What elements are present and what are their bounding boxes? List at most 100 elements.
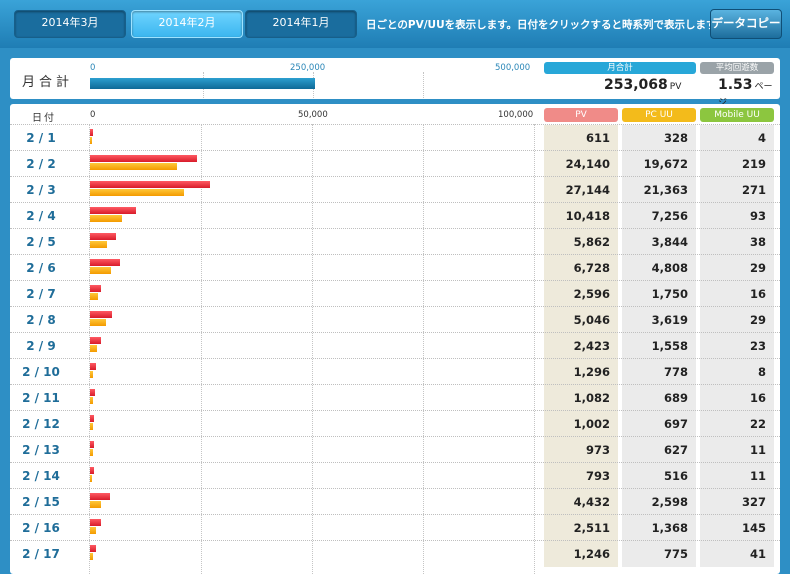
date-link[interactable]: 2 / 15 — [16, 495, 66, 509]
date-link[interactable]: 2 / 8 — [16, 313, 66, 327]
mobile-uu-cell: 11 — [700, 463, 774, 489]
data-copy-button[interactable]: データコピー — [710, 9, 782, 39]
table-axis-tick: 100,000 — [498, 110, 534, 120]
pv-bar — [90, 545, 96, 552]
pc-uu-cell: 778 — [622, 359, 696, 385]
uu-bar — [90, 475, 93, 482]
date-link[interactable]: 2 / 4 — [16, 209, 66, 223]
date-link[interactable]: 2 / 10 — [16, 365, 66, 379]
month-tab[interactable]: 2014年2月 — [131, 10, 243, 38]
pc-uu-cell: 2,598 — [622, 489, 696, 515]
pv-bar — [90, 207, 137, 214]
table-row: 2 / 11 1,082 689 16 — [10, 384, 780, 411]
pc-uu-cell: 775 — [622, 541, 696, 567]
date-link[interactable]: 2 / 3 — [16, 183, 66, 197]
table-row: 2 / 15 4,432 2,598 327 — [10, 488, 780, 515]
date-link[interactable]: 2 / 2 — [16, 157, 66, 171]
total-pv-header: 月合計 — [544, 62, 696, 74]
date-link[interactable]: 2 / 14 — [16, 469, 66, 483]
date-link[interactable]: 2 / 13 — [16, 443, 66, 457]
uu-bar — [90, 163, 177, 170]
pv-bar — [90, 467, 94, 474]
table-row: 2 / 17 1,246 775 41 — [10, 540, 780, 567]
month-tab[interactable]: 2014年1月 — [245, 10, 357, 38]
pc-uu-cell: 3,619 — [622, 307, 696, 333]
gridline — [423, 72, 424, 98]
uu-bar — [90, 371, 94, 378]
uu-bar — [90, 345, 97, 352]
uu-bar — [90, 553, 94, 560]
avg-pages-header: 平均回遊数 — [700, 62, 774, 74]
pv-cell: 24,140 — [544, 151, 618, 177]
table-axis-tick: 0 — [90, 110, 96, 120]
pv-cell: 2,423 — [544, 333, 618, 359]
table-row: 2 / 12 1,002 697 22 — [10, 410, 780, 437]
pv-cell: 27,144 — [544, 177, 618, 203]
mobile-uu-cell: 8 — [700, 359, 774, 385]
pv-bar — [90, 441, 95, 448]
total-pv-value: 253,068 PV — [604, 77, 682, 93]
uu-bar — [90, 293, 98, 300]
table-row: 2 / 8 5,046 3,619 29 — [10, 306, 780, 333]
instruction-text: 日ごとのPV/UUを表示します。日付をクリックすると時系列で表示します — [366, 19, 717, 31]
mobile-uu-cell: 219 — [700, 151, 774, 177]
summary-axis-tick: 0 — [90, 63, 96, 73]
pc-uu-column-header: PC UU — [622, 108, 696, 122]
mobile-uu-cell: 11 — [700, 437, 774, 463]
table-row: 2 / 3 27,144 21,363 271 — [10, 176, 780, 203]
date-link[interactable]: 2 / 7 — [16, 287, 66, 301]
uu-bar — [90, 397, 94, 404]
date-link[interactable]: 2 / 5 — [16, 235, 66, 249]
table-row: 2 / 6 6,728 4,808 29 — [10, 254, 780, 281]
mobile-uu-cell: 41 — [700, 541, 774, 567]
date-link[interactable]: 2 / 16 — [16, 521, 66, 535]
summary-axis-tick: 500,000 — [495, 63, 531, 73]
mobile-uu-column-header: Mobile UU — [700, 108, 774, 122]
uu-bar — [90, 319, 106, 326]
pc-uu-cell: 21,363 — [622, 177, 696, 203]
uu-bar — [90, 501, 102, 508]
uu-bar — [90, 241, 107, 248]
date-link[interactable]: 2 / 17 — [16, 547, 66, 561]
mobile-uu-cell: 271 — [700, 177, 774, 203]
pv-cell: 1,002 — [544, 411, 618, 437]
date-link[interactable]: 2 / 11 — [16, 391, 66, 405]
table-row: 2 / 14 793 516 11 — [10, 462, 780, 489]
uu-bar — [90, 423, 94, 430]
pc-uu-cell: 1,750 — [622, 281, 696, 307]
date-link[interactable]: 2 / 12 — [16, 417, 66, 431]
uu-bar — [90, 449, 93, 456]
uu-bar — [90, 267, 112, 274]
pv-bar — [90, 155, 197, 162]
pv-bar — [90, 259, 120, 266]
mobile-uu-cell: 93 — [700, 203, 774, 229]
pc-uu-cell: 697 — [622, 411, 696, 437]
mobile-uu-cell: 16 — [700, 281, 774, 307]
pv-cell: 2,596 — [544, 281, 618, 307]
monthly-total-label: 月合計 — [22, 75, 74, 90]
date-link[interactable]: 2 / 6 — [16, 261, 66, 275]
pv-column-header: PV — [544, 108, 618, 122]
pc-uu-cell: 7,256 — [622, 203, 696, 229]
month-tab[interactable]: 2014年3月 — [14, 10, 126, 38]
table-row: 2 / 7 2,596 1,750 16 — [10, 280, 780, 307]
pc-uu-cell: 3,844 — [622, 229, 696, 255]
pc-uu-cell: 627 — [622, 437, 696, 463]
date-link[interactable]: 2 / 1 — [16, 131, 66, 145]
table-row: 2 / 16 2,511 1,368 145 — [10, 514, 780, 541]
pc-uu-cell: 516 — [622, 463, 696, 489]
pv-bar — [90, 285, 102, 292]
date-link[interactable]: 2 / 9 — [16, 339, 66, 353]
pv-cell: 10,418 — [544, 203, 618, 229]
mobile-uu-cell: 16 — [700, 385, 774, 411]
pv-cell: 1,296 — [544, 359, 618, 385]
top-toolbar: 2014年3月 2014年2月 2014年1月 日ごとのPV/UUを表示します。日付… — [0, 0, 790, 48]
pc-uu-cell: 1,558 — [622, 333, 696, 359]
mobile-uu-cell: 327 — [700, 489, 774, 515]
table-row: 2 / 5 5,862 3,844 38 — [10, 228, 780, 255]
table-row: 2 / 10 1,296 778 8 — [10, 358, 780, 385]
mobile-uu-cell: 29 — [700, 307, 774, 333]
pv-bar — [90, 233, 116, 240]
pv-cell: 1,082 — [544, 385, 618, 411]
pv-cell: 793 — [544, 463, 618, 489]
